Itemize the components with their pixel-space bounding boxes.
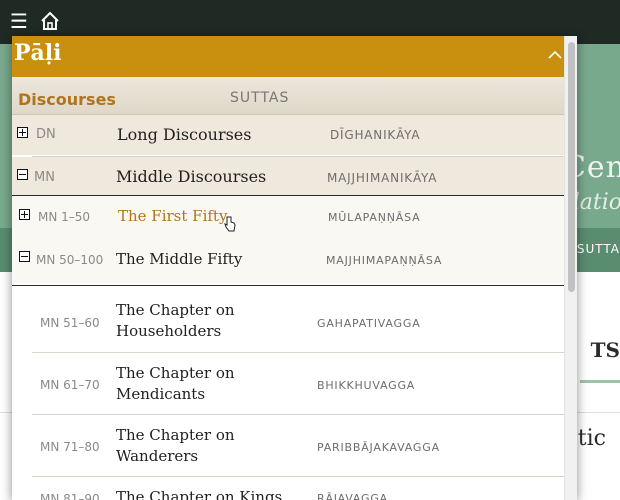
discourses-label: Discourses [18, 90, 116, 109]
nav-item-mn-1-50[interactable]: MN 1–50 The First Fifty MŪLAPAṆṆĀSA [12, 196, 564, 238]
item-name: Middle Discourses [116, 167, 267, 186]
nav-item-mn[interactable]: MN Middle Discourses MAJJHIMANIKĀYA [12, 157, 564, 195]
nav-item-mn-50-100[interactable]: MN 50–100 The Middle Fifty MAJJHIMAPAṆṆĀ… [12, 238, 564, 284]
item-code: MN 51–60 [40, 316, 100, 330]
suttas-label: SUTTAS [230, 90, 290, 106]
nav-item-mn-51-60[interactable]: MN 51–60 The Chapter on Householders GAH… [12, 286, 564, 352]
item-pali: DĪGHANIKĀYA [330, 128, 421, 142]
item-pali: PARIBBĀJAKAVAGGA [317, 441, 440, 454]
item-pali: GAHAPATIVAGGA [317, 317, 421, 330]
scrollbar-thumb[interactable] [568, 42, 575, 292]
collapse-minus-icon[interactable] [19, 251, 30, 262]
nav-item-dn[interactable]: DN Long Discourses DĪGHANIKĀYA [12, 115, 564, 155]
panel-subheader: Discourses SUTTAS [12, 77, 564, 115]
content-heading: TS [590, 338, 620, 362]
item-name: The Chapter on Householders [116, 301, 235, 340]
home-icon[interactable] [40, 11, 60, 31]
nav-item-mn-61-70[interactable]: MN 61–70 The Chapter on Mendicants BHIKK… [12, 353, 564, 414]
panel-header[interactable]: Pāḷi [12, 36, 564, 77]
expand-plus-icon[interactable] [17, 127, 28, 138]
item-name: The Chapter on Wanderers [116, 426, 235, 465]
item-code: MN 71–80 [40, 440, 100, 454]
pointer-cursor-icon [224, 216, 236, 232]
item-code: MN 1–50 [38, 210, 91, 224]
pali-navigation-panel: Pāḷi Discourses SUTTAS DN Long Discourse… [12, 36, 577, 500]
hamburger-menu-icon[interactable]: ☰ [10, 11, 28, 31]
tab-suttas[interactable]: SUTTA [577, 242, 620, 256]
item-code: MN 50–100 [36, 253, 104, 267]
item-name: The Middle Fifty [116, 250, 243, 268]
heading-rule [580, 380, 620, 383]
nav-item-mn-71-80[interactable]: MN 71–80 The Chapter on Wanderers PARIBB… [12, 415, 564, 476]
item-name: The Chapter on Mendicants [116, 364, 235, 403]
content-subheading: tic [577, 426, 606, 451]
nav-item-mn-81-90[interactable]: MN 81–90 The Chapter on Kings RĀJAVAGGA [12, 477, 564, 500]
item-pali: BHIKKHUVAGGA [317, 379, 416, 392]
item-pali: RĀJAVAGGA [317, 492, 388, 500]
expand-plus-icon[interactable] [19, 209, 30, 220]
panel-title: Pāḷi [14, 40, 62, 66]
item-pali: MAJJHIMAPAṆṆĀSA [326, 254, 443, 267]
item-pali: MŪLAPAṆṆĀSA [328, 211, 421, 224]
item-name: Long Discourses [117, 125, 252, 144]
item-name: The First Fifty [118, 207, 228, 225]
item-code: MN 61–70 [40, 378, 100, 392]
collapse-minus-icon[interactable] [17, 169, 28, 180]
item-code: DN [36, 127, 56, 142]
chevron-up-icon[interactable] [548, 50, 562, 59]
item-code: MN 81–90 [40, 492, 100, 500]
item-pali: MAJJHIMANIKĀYA [327, 171, 438, 185]
panel-scrollbar[interactable] [564, 36, 577, 500]
item-code: MN [34, 170, 55, 185]
item-name: The Chapter on Kings [116, 488, 283, 500]
